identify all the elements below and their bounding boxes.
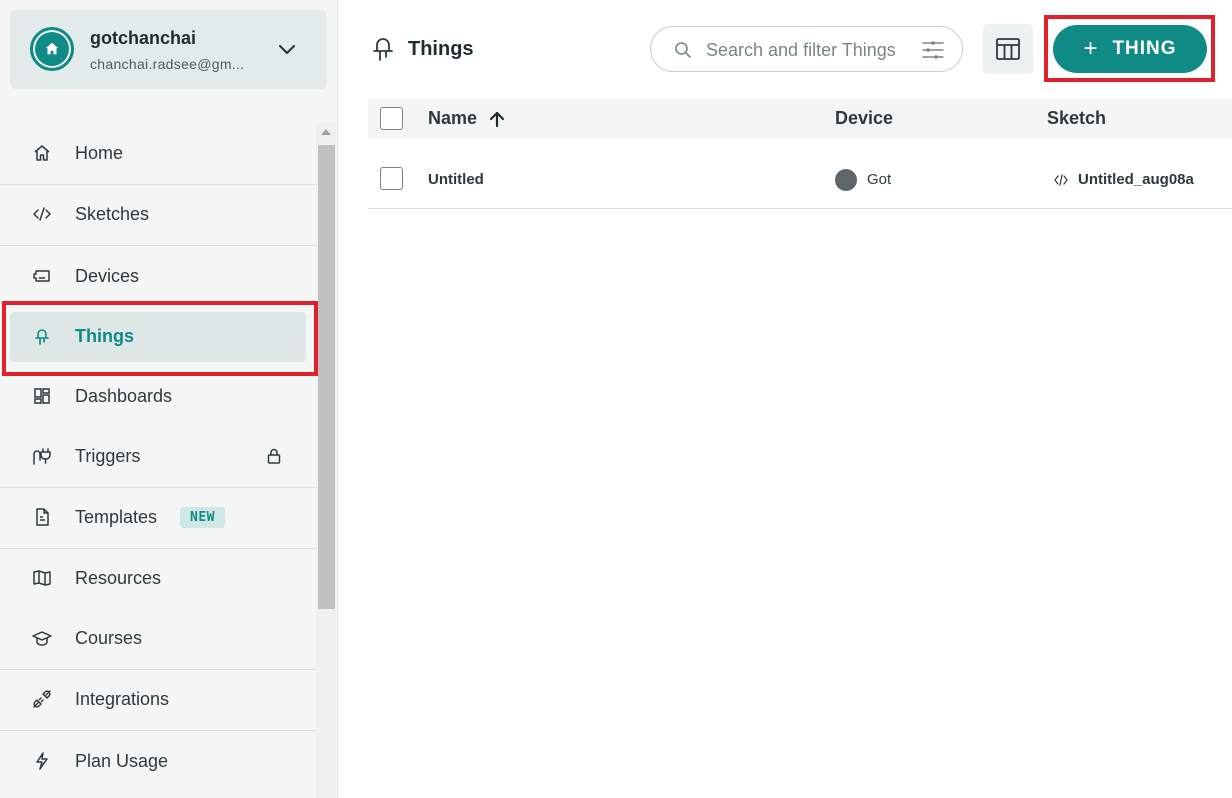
row-checkbox[interactable] bbox=[380, 167, 403, 190]
search-input[interactable] bbox=[706, 37, 906, 63]
bulb-icon bbox=[31, 326, 53, 348]
sidebar-item-resources[interactable]: Resources bbox=[0, 548, 316, 608]
sidebar-item-label: Dashboards bbox=[75, 385, 173, 406]
sidebar-item-templates[interactable]: Templates NEW bbox=[0, 487, 316, 547]
sidebar-item-label: Things bbox=[75, 326, 134, 346]
sidebar-item-label: Templates bbox=[75, 506, 158, 527]
sidebar-item-label: Plan Usage bbox=[75, 750, 169, 771]
dashboard-icon bbox=[31, 385, 53, 407]
table-header: Name Device Sketch bbox=[368, 99, 1232, 139]
device-name[interactable]: Got bbox=[867, 171, 891, 188]
code-icon bbox=[31, 203, 53, 225]
column-header-name[interactable]: Name bbox=[428, 108, 477, 129]
device-icon bbox=[31, 265, 53, 287]
sidebar-item-sketches[interactable]: Sketches bbox=[0, 184, 316, 244]
lightning-icon bbox=[31, 750, 53, 772]
table-layout-icon bbox=[996, 38, 1020, 60]
add-thing-label: THING bbox=[1112, 38, 1177, 59]
sidebar-item-plan-usage[interactable]: Plan Usage bbox=[0, 731, 316, 791]
sketch-name[interactable]: Untitled_aug08a bbox=[1078, 171, 1194, 188]
new-badge: NEW bbox=[180, 506, 225, 528]
sidebar-item-label: Devices bbox=[75, 265, 140, 286]
plug-icon bbox=[31, 445, 53, 467]
book-icon bbox=[31, 567, 53, 589]
bulb-icon bbox=[373, 38, 393, 61]
template-icon bbox=[31, 506, 53, 528]
sidebar-item-label: Courses bbox=[75, 627, 143, 648]
code-icon bbox=[1054, 174, 1068, 186]
column-header-sketch[interactable]: Sketch bbox=[1047, 108, 1106, 129]
lock-icon bbox=[267, 448, 281, 464]
search-bar[interactable] bbox=[650, 26, 963, 72]
sidebar-item-triggers[interactable]: Triggers bbox=[0, 426, 316, 486]
add-thing-button[interactable]: + THING bbox=[1053, 25, 1207, 73]
sidebar-item-courses[interactable]: Courses bbox=[0, 608, 316, 668]
graduation-cap-icon bbox=[31, 627, 53, 649]
device-status-icon bbox=[835, 169, 857, 191]
sidebar-item-label: Sketches bbox=[75, 203, 150, 224]
account-switcher[interactable]: gotchanchai chanchai.radsee@gm... bbox=[10, 10, 327, 89]
sidebar-item-things[interactable]: Things bbox=[0, 311, 316, 371]
home-icon bbox=[31, 142, 53, 164]
connector-icon bbox=[31, 688, 53, 710]
chevron-down-icon[interactable] bbox=[276, 38, 298, 60]
thing-name[interactable]: Untitled bbox=[428, 171, 484, 188]
scrollbar-thumb[interactable] bbox=[318, 145, 335, 609]
table-row[interactable]: Untitled Got Untitled_aug08a bbox=[368, 149, 1232, 209]
search-icon bbox=[675, 42, 691, 58]
sidebar-item-devices[interactable]: Devices bbox=[0, 246, 316, 306]
select-all-checkbox[interactable] bbox=[380, 107, 403, 130]
avatar bbox=[30, 27, 74, 71]
filter-sliders-icon[interactable] bbox=[921, 38, 945, 62]
sidebar-item-label: Integrations bbox=[75, 688, 170, 709]
sidebar-item-integrations[interactable]: Integrations bbox=[0, 669, 316, 729]
sidebar-item-label: Home bbox=[75, 142, 124, 163]
column-header-device[interactable]: Device bbox=[835, 108, 893, 129]
sidebar-item-label: Triggers bbox=[75, 445, 141, 466]
sidebar: gotchanchai chanchai.radsee@gm... Home S… bbox=[0, 0, 338, 798]
sidebar-item-label: Resources bbox=[75, 567, 162, 588]
page-title: Things bbox=[408, 38, 474, 60]
plus-icon: + bbox=[1083, 35, 1099, 62]
sort-ascending-icon[interactable] bbox=[488, 110, 506, 128]
account-email: chanchai.radsee@gm... bbox=[90, 56, 245, 72]
sidebar-item-home[interactable]: Home bbox=[0, 123, 316, 183]
active-highlight bbox=[10, 312, 306, 362]
sidebar-item-dashboards[interactable]: Dashboards bbox=[0, 366, 316, 426]
scroll-up-arrow-icon[interactable] bbox=[321, 129, 331, 135]
account-name: gotchanchai bbox=[90, 28, 197, 48]
table-layout-button[interactable] bbox=[983, 24, 1033, 74]
home-avatar-icon bbox=[45, 42, 59, 55]
